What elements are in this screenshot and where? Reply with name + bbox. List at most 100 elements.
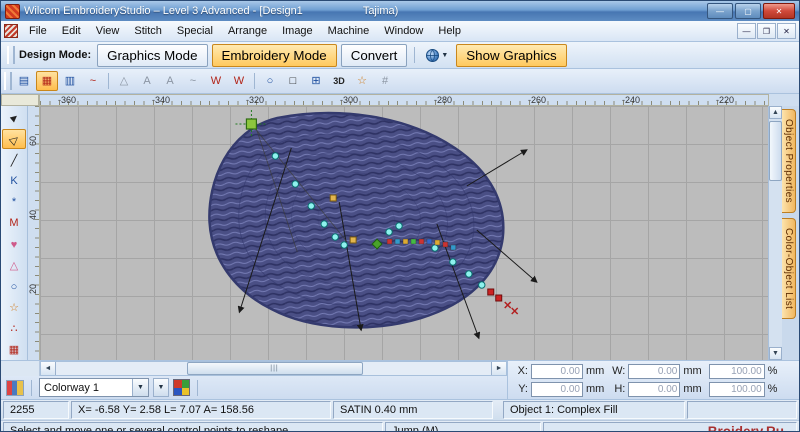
scale-x-input[interactable] xyxy=(708,363,765,379)
side-panel-tabs: Object Properties Color-Object List xyxy=(782,106,799,360)
triangle-tool[interactable]: △ xyxy=(2,256,26,276)
grid-tool[interactable]: ▦ xyxy=(2,340,26,360)
scroll-right-button[interactable]: ► xyxy=(491,362,506,375)
tab-object-properties[interactable]: Object Properties xyxy=(782,109,796,214)
x-input[interactable] xyxy=(531,363,583,379)
show-graphics-button[interactable]: Show Graphics xyxy=(456,43,567,67)
bottom-panel: ◄ ||| ► Colorway 1 ▼ ▼ X: 0.00 mm W: 0.0… xyxy=(1,360,799,399)
h-label: H: xyxy=(614,383,626,395)
3d-effect-icon[interactable]: 3D xyxy=(328,71,350,91)
lettering-a-icon[interactable]: A xyxy=(136,71,158,91)
window-title-suffix: Tajima) xyxy=(362,5,399,17)
wave-baseline-icon[interactable]: ~ xyxy=(182,71,204,91)
ruler-right-filler xyxy=(769,94,799,106)
mdi-close-button[interactable]: ✕ xyxy=(777,23,796,39)
satin-tool[interactable]: ♥ xyxy=(2,234,26,254)
menu-file[interactable]: File xyxy=(22,23,54,39)
graphics-mode-button[interactable]: Graphics Mode xyxy=(97,43,208,67)
menu-help[interactable]: Help xyxy=(431,23,468,39)
ruler-label: -360 xyxy=(58,95,77,105)
embroidery-object[interactable] xyxy=(208,111,505,329)
close-button[interactable]: ✕ xyxy=(763,3,795,19)
palette-icon[interactable] xyxy=(173,379,190,396)
menu-special[interactable]: Special xyxy=(170,23,220,39)
vertical-ruler: 60 40 20 xyxy=(28,106,40,360)
canvas[interactable] xyxy=(40,106,768,360)
menu-window[interactable]: Window xyxy=(377,23,430,39)
menu-edit[interactable]: Edit xyxy=(55,23,88,39)
hintbar: Select and move one or several control p… xyxy=(1,420,799,432)
ruler-label: 40 xyxy=(28,210,38,221)
kerning-triangle-icon[interactable]: △ xyxy=(113,71,135,91)
nodes-tool[interactable]: ∴ xyxy=(2,319,26,339)
vertical-scroll-thumb[interactable] xyxy=(769,121,782,181)
y-label: Y: xyxy=(518,383,528,395)
rect-digitize-icon[interactable]: □ xyxy=(282,71,304,91)
watermark: Broidery.Ru xyxy=(707,423,784,432)
star-tool[interactable]: ☆ xyxy=(2,298,26,318)
colorway-table-icon[interactable] xyxy=(6,379,24,396)
document-icon xyxy=(4,24,18,38)
minimize-button[interactable]: — xyxy=(707,3,733,19)
ellipse-digitize-icon[interactable]: ○ xyxy=(259,71,281,91)
lettering-tool[interactable]: K xyxy=(2,171,26,191)
horizontal-scrollbar[interactable]: ◄ ||| ► xyxy=(40,361,507,376)
colorway-dropdown-icon[interactable]: ▼ xyxy=(132,379,148,396)
menu-stitch[interactable]: Stitch xyxy=(127,23,169,39)
menu-arrange[interactable]: Arrange xyxy=(221,23,274,39)
monogram-w2-icon[interactable]: W xyxy=(228,71,250,91)
stitch-list-icon[interactable]: ▤ xyxy=(13,71,35,91)
scale-y-input[interactable] xyxy=(708,381,765,397)
width-input[interactable] xyxy=(628,363,681,379)
ellipse-tool[interactable]: ○ xyxy=(2,277,26,297)
mm-unit: mm xyxy=(683,383,702,395)
embroidery-mode-button[interactable]: Embroidery Mode xyxy=(211,43,337,67)
select-tool[interactable]: ► xyxy=(2,108,26,128)
ruler-label: -220 xyxy=(716,95,735,105)
convert-button[interactable]: Convert xyxy=(340,43,408,67)
stitch-count: 2255 xyxy=(3,401,69,419)
menu-image[interactable]: Image xyxy=(275,23,320,39)
freehand-tool[interactable]: ╱ xyxy=(2,150,26,170)
lettering-a2-icon[interactable]: A xyxy=(159,71,181,91)
tool-mode: Jump (M) xyxy=(385,422,541,431)
vertical-scrollbar[interactable]: ▲ ▼ xyxy=(768,106,782,360)
run-stitch-icon[interactable]: ~ xyxy=(82,71,104,91)
scroll-down-button[interactable]: ▼ xyxy=(769,347,782,360)
y-input[interactable] xyxy=(531,381,583,397)
design-canvas[interactable] xyxy=(40,106,768,360)
hoop-globe-button[interactable]: ▼ xyxy=(422,46,452,65)
globe-icon xyxy=(426,48,440,62)
height-input[interactable] xyxy=(628,381,681,397)
star-effect-icon[interactable]: ☆ xyxy=(351,71,373,91)
fill-pattern-icon[interactable]: ▦ xyxy=(36,71,58,91)
pattern-alt-icon[interactable]: ▥ xyxy=(59,71,81,91)
horizontal-scroll-track[interactable]: ||| xyxy=(56,362,491,375)
chevron-down-icon[interactable]: ▼ xyxy=(441,52,448,59)
grid-icon[interactable]: ⊞ xyxy=(305,71,327,91)
maximize-button[interactable]: ▢ xyxy=(735,3,761,19)
mdi-restore-button[interactable]: ❐ xyxy=(757,23,776,39)
mdi-minimize-button[interactable]: — xyxy=(737,23,756,39)
monogram-w-icon[interactable]: W xyxy=(205,71,227,91)
scroll-up-button[interactable]: ▲ xyxy=(769,106,782,119)
ruler-label: -340 xyxy=(152,95,171,105)
hatch-icon[interactable]: # xyxy=(374,71,396,91)
menu-machine[interactable]: Machine xyxy=(321,23,377,39)
titlebar: Wilcom EmbroideryStudio – Level 3 Advanc… xyxy=(1,1,799,21)
colorway-split-button[interactable]: ▼ xyxy=(153,378,169,397)
menu-view[interactable]: View xyxy=(89,23,127,39)
ruler-label: 20 xyxy=(28,284,38,295)
tab-color-object-list[interactable]: Color-Object List xyxy=(782,218,796,320)
status-filler xyxy=(687,401,797,419)
start-handle[interactable] xyxy=(245,118,258,130)
end-point-handles[interactable] xyxy=(487,288,503,302)
run-tool[interactable]: M xyxy=(2,213,26,233)
horizontal-scroll-thumb[interactable]: ||| xyxy=(186,362,363,375)
reshape-tool[interactable]: ▷ xyxy=(2,129,26,150)
statusbar: 2255 X= -6.58 Y= 2.58 L= 7.07 A= 158.56 … xyxy=(1,399,799,420)
scroll-left-button[interactable]: ◄ xyxy=(41,362,56,375)
app-icon xyxy=(5,3,20,19)
colorway-select[interactable]: Colorway 1 ▼ xyxy=(39,378,149,397)
wand-tool[interactable]: * xyxy=(2,192,26,212)
